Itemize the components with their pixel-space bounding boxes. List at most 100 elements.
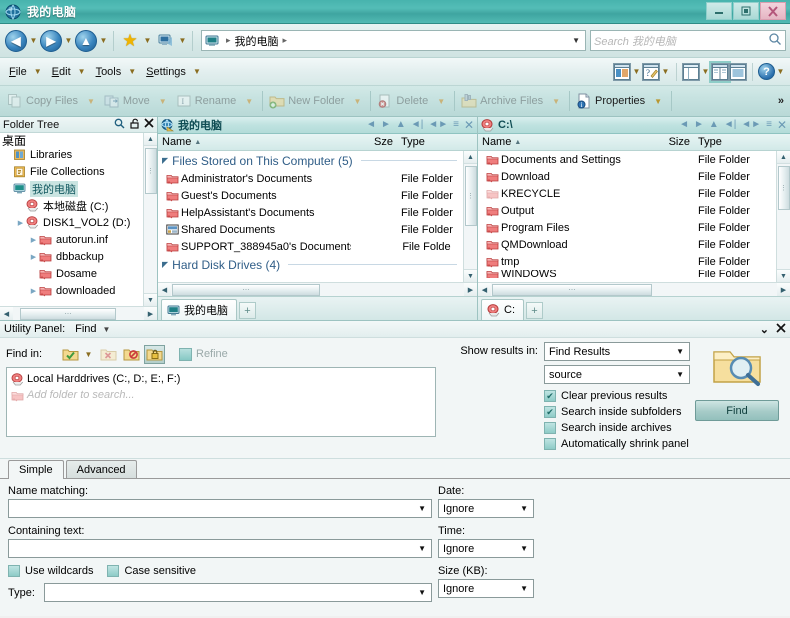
add-tab-button[interactable]: + xyxy=(526,302,543,319)
checkbox[interactable]: ✔ xyxy=(544,390,556,402)
forward-button[interactable]: ▶ xyxy=(39,29,63,53)
back-history-dropdown[interactable]: ▼ xyxy=(28,29,39,53)
date-select[interactable]: Ignore ▼ xyxy=(438,499,534,518)
containing-text-input[interactable]: ▼ xyxy=(8,539,432,558)
close-icon[interactable]: ✕ xyxy=(464,119,474,131)
tab-c-drive[interactable]: C: xyxy=(481,299,524,320)
menu-edit-caret[interactable]: ▼ xyxy=(76,67,91,76)
folder-tree-vscrollbar[interactable]: ▲ ⋮ ▼ xyxy=(143,133,157,306)
file-panel-mid-hscrollbar[interactable]: ◀ ⋯ ▶ xyxy=(158,282,477,296)
search-folder-item[interactable]: Local Harddrives (C:, D:, E:, F:) xyxy=(11,371,431,387)
scroll-thumb[interactable]: ⋮ xyxy=(144,148,157,194)
swap-right-icon[interactable]: ◄| xyxy=(411,120,424,130)
table-row[interactable]: tmp File Folder xyxy=(478,253,776,270)
scroll-right-button[interactable]: ▶ xyxy=(777,283,790,296)
scroll-down-button[interactable]: ▼ xyxy=(776,269,790,282)
left-arrow-icon[interactable]: ◄ xyxy=(366,120,376,130)
rename-button[interactable]: I Rename xyxy=(173,91,240,111)
table-row[interactable]: Documents and Settings File Folder xyxy=(478,151,776,168)
expand-triangle-icon[interactable]: ▶ xyxy=(28,236,39,244)
file-name-cell[interactable]: Shared Documents xyxy=(158,223,349,236)
hscroll-thumb[interactable]: ⋯ xyxy=(172,283,320,296)
menu-icon[interactable]: ≡ xyxy=(766,120,772,130)
name-matching-input[interactable]: ▼ xyxy=(8,499,432,518)
unlock-icon[interactable] xyxy=(129,118,140,132)
scroll-left-button[interactable]: ◀ xyxy=(478,283,491,296)
delete-dropdown[interactable]: ▼ xyxy=(431,97,451,106)
column-header-type[interactable]: Type xyxy=(694,136,776,148)
copy-files-button[interactable]: Copy Files xyxy=(4,91,81,111)
window-titlebar[interactable]: 我的电脑 xyxy=(0,0,790,24)
file-panel-mid-list[interactable]: ◤ Files Stored on This Computer (5) Admini… xyxy=(158,151,477,282)
close-icon[interactable]: ✕ xyxy=(777,119,787,131)
move-dropdown[interactable]: ▼ xyxy=(153,97,173,106)
file-panel-right-list[interactable]: Documents and Settings File Folder Downloa… xyxy=(478,151,790,282)
swap-both-icon[interactable]: ◄► xyxy=(428,120,448,130)
single-pane-icon[interactable] xyxy=(682,62,700,81)
refine-checkbox[interactable] xyxy=(179,347,192,361)
add-tab-button[interactable]: + xyxy=(239,302,256,319)
delete-button[interactable]: Delete xyxy=(374,91,431,111)
toolbar-overflow-button[interactable]: » xyxy=(778,95,784,107)
column-header-size[interactable]: Size xyxy=(646,136,694,148)
hscroll-thumb[interactable]: ⋯ xyxy=(20,307,116,320)
file-name-cell[interactable]: Documents and Settings xyxy=(478,153,646,166)
table-row[interactable]: QMDownload File Folder xyxy=(478,236,776,253)
folder-tree-hscrollbar[interactable]: ◀ ⋯ ▶ xyxy=(0,306,157,320)
new-folder-dropdown[interactable]: ▼ xyxy=(347,97,367,106)
expand-triangle-icon[interactable]: ▶ xyxy=(28,287,39,295)
group-header[interactable]: ◤ Files Stored on This Computer (5) xyxy=(158,151,463,170)
column-header-name[interactable]: Name ▲ xyxy=(478,136,646,148)
archive-files-dropdown[interactable]: ▼ xyxy=(546,97,566,106)
file-panel-right-hscrollbar[interactable]: ◀ ⋯ ▶ xyxy=(478,282,790,296)
help-dropdown[interactable]: ▼ xyxy=(775,60,786,84)
size-select[interactable]: Ignore ▼ xyxy=(438,579,534,598)
close-icon[interactable] xyxy=(144,118,154,131)
tree-node[interactable]: 桌面 xyxy=(0,133,157,146)
scroll-down-button[interactable]: ▼ xyxy=(143,293,157,306)
maximize-button[interactable] xyxy=(733,2,759,20)
menu-tools[interactable]: Tools xyxy=(91,64,127,80)
case-sensitive-checkbox[interactable] xyxy=(107,565,120,577)
tree-node[interactable]: 我的电脑 xyxy=(0,180,157,197)
checkbox[interactable]: ✔ xyxy=(544,406,556,418)
scroll-right-button[interactable]: ▶ xyxy=(144,307,157,320)
new-folder-button[interactable]: New Folder xyxy=(266,91,347,111)
scroll-down-button[interactable]: ▼ xyxy=(463,269,477,282)
file-name-cell[interactable]: Guest's Documents xyxy=(158,189,349,202)
menu-file-caret[interactable]: ▼ xyxy=(32,67,47,76)
column-header-type[interactable]: Type xyxy=(397,136,463,148)
type-input[interactable]: ▼ xyxy=(44,583,432,602)
scroll-left-button[interactable]: ◀ xyxy=(158,283,171,296)
swap-both-icon[interactable]: ◄► xyxy=(741,120,761,130)
tree-node[interactable]: Libraries xyxy=(0,146,157,163)
tree-node[interactable]: Dosame xyxy=(0,265,157,282)
menu-edit[interactable]: Edit xyxy=(47,64,76,80)
checkbox[interactable] xyxy=(544,422,556,434)
table-row[interactable]: Program Files File Folder xyxy=(478,219,776,236)
table-row[interactable]: Output File Folder xyxy=(478,202,776,219)
tree-node[interactable]: File Collections xyxy=(0,163,157,180)
remove-folder-icon[interactable] xyxy=(98,345,119,364)
add-folder-placeholder[interactable]: Add folder to search... xyxy=(11,387,431,403)
menu-file[interactable]: File xyxy=(4,64,32,80)
scroll-up-button[interactable]: ▲ xyxy=(143,133,157,146)
expand-triangle-icon[interactable]: ▶ xyxy=(15,219,26,227)
edit-comment-dropdown[interactable]: ▼ xyxy=(660,60,671,84)
file-name-cell[interactable]: Download xyxy=(478,170,646,183)
search-icon[interactable] xyxy=(768,32,782,49)
dual-pane-icon[interactable] xyxy=(709,60,731,83)
checkbox-row[interactable]: ✔ Search inside subfolders xyxy=(544,404,690,420)
column-header-name[interactable]: Name ▲ xyxy=(158,136,349,148)
chevron-down-icon[interactable]: ▼ xyxy=(418,588,429,597)
computer-shortcut-button[interactable] xyxy=(153,29,177,53)
search-icon[interactable] xyxy=(114,118,125,132)
minimize-button[interactable] xyxy=(706,2,732,20)
utility-panel-mode[interactable]: Find xyxy=(75,323,96,335)
column-header-size[interactable]: Sze xyxy=(349,136,397,148)
menu-settings[interactable]: Settings xyxy=(141,64,191,80)
properties-dropdown[interactable]: ▼ xyxy=(648,97,668,106)
properties-button[interactable]: i Properties xyxy=(573,91,648,111)
tree-node[interactable]: 本地磁盘 (C:) xyxy=(0,197,157,214)
search-input[interactable]: Search 我的电脑 xyxy=(590,30,786,51)
